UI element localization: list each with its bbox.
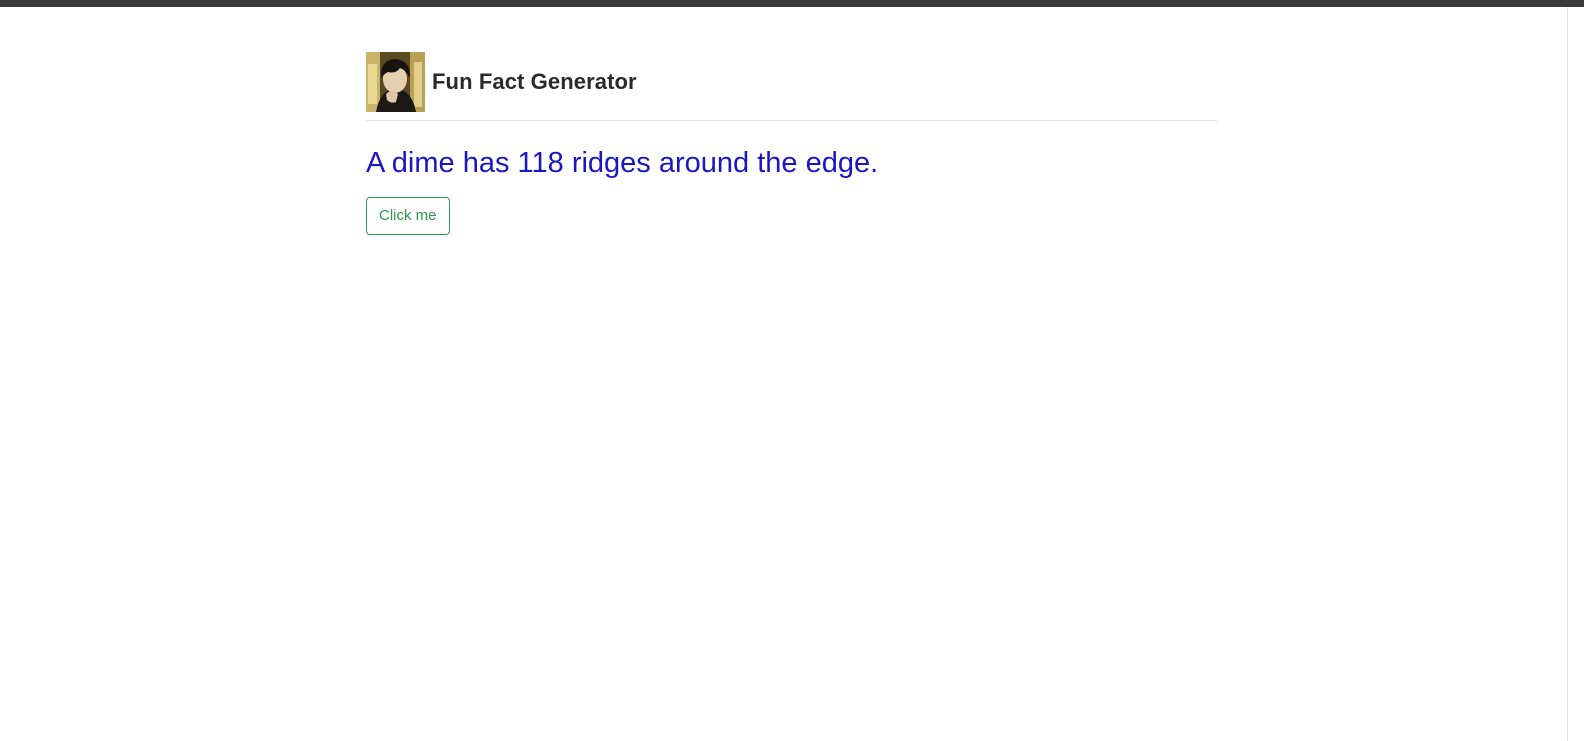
header: Fun Fact Generator (366, 52, 1217, 121)
click-me-button[interactable]: Click me (366, 197, 450, 235)
window-top-bar (0, 0, 1584, 7)
scrollbar-track[interactable] (1567, 7, 1584, 741)
avatar (366, 52, 425, 112)
fun-fact-text: A dime has 118 ridges around the edge. (366, 147, 879, 179)
avatar-portrait-icon (366, 52, 425, 112)
page-container: Fun Fact Generator A dime has 118 ridges… (366, 52, 1217, 235)
page-title: Fun Fact Generator (432, 69, 637, 94)
